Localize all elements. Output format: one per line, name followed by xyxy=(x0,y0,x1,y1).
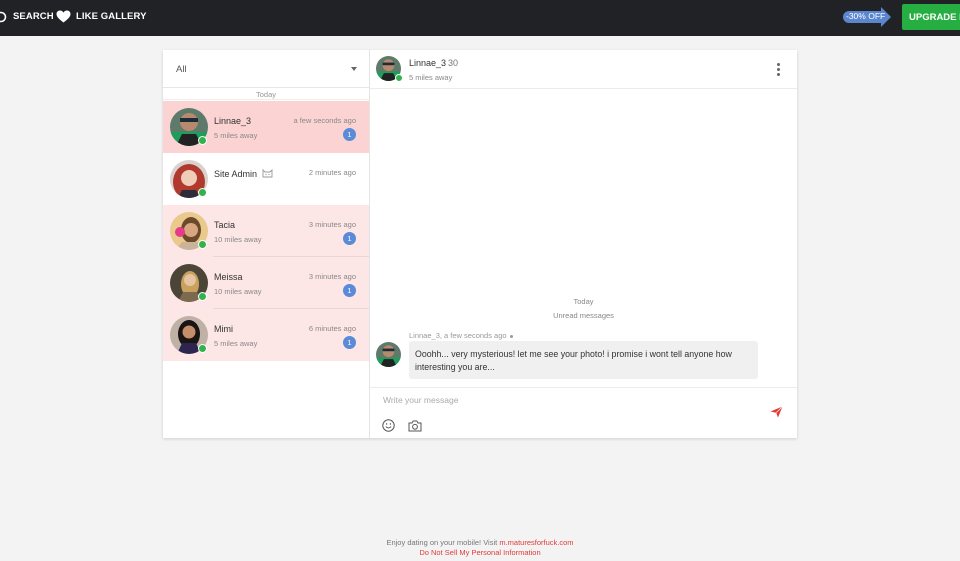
footer-privacy-line: Do Not Sell My Personal Information xyxy=(0,548,960,557)
chat-pane: Linnae_3 30 5 miles away Today Unread mes… xyxy=(370,50,797,438)
conversation-item-mimi[interactable]: Mimi 5 miles away 6 minutes ago 1 xyxy=(163,309,369,361)
top-navigation-bar: SEARCH LIKE GALLERY -30% OFF UPGRADE NOW xyxy=(0,0,960,36)
day-separator: Today xyxy=(163,88,369,100)
chat-partner-age: 30 xyxy=(448,58,459,68)
chat-header: Linnae_3 30 5 miles away xyxy=(370,50,797,89)
message-composer xyxy=(370,387,797,438)
send-icon[interactable] xyxy=(770,405,783,423)
message-avatar xyxy=(376,342,401,367)
online-status-dot xyxy=(198,292,207,301)
conversation-time: 3 minutes ago xyxy=(308,220,356,229)
discount-badge[interactable]: -30% OFF xyxy=(843,7,891,27)
discount-label: -30% OFF xyxy=(846,11,886,21)
message-day-label: Today xyxy=(573,297,594,306)
conversation-name-text: Site Admin xyxy=(214,169,258,179)
footer-mobile-link[interactable]: m.maturesforfuck.com xyxy=(499,538,573,547)
conversation-distance: 10 miles away xyxy=(214,287,262,296)
online-status-dot xyxy=(198,240,207,249)
message-meta: Linnae_3, a few seconds ago xyxy=(409,331,513,340)
footer-mobile-line: Enjoy dating on your mobile! Visit m.mat… xyxy=(0,538,960,547)
conversation-time: 2 minutes ago xyxy=(308,168,356,177)
emoji-icon[interactable] xyxy=(382,419,395,437)
conversation-distance: 5 miles away xyxy=(214,131,258,140)
unread-messages-label: Unread messages xyxy=(553,311,614,320)
search-icon xyxy=(0,11,8,23)
conversation-distance: 5 miles away xyxy=(214,339,258,348)
filter-value: All xyxy=(176,64,187,75)
message-input[interactable] xyxy=(376,392,756,408)
conversation-name: Linnae_3 xyxy=(214,116,252,126)
online-status-dot xyxy=(198,344,207,353)
heart-icon xyxy=(56,10,71,23)
message-bubble: Ooohh... very mysterious! let me see you… xyxy=(409,341,758,379)
caret-down-icon xyxy=(351,67,357,71)
messenger-panel: All Today Linnae_3 5 miles away a few se… xyxy=(163,50,797,438)
nav-search-link[interactable]: SEARCH xyxy=(0,0,54,33)
conversation-item-meissa[interactable]: Meissa 10 miles away 3 minutes ago 1 xyxy=(163,257,369,309)
conversation-item-site-admin[interactable]: Site Admin 2 minutes ago xyxy=(163,153,369,205)
chat-partner-distance: 5 miles away xyxy=(409,73,453,82)
cat-face-icon xyxy=(262,168,272,178)
online-status-dot xyxy=(198,136,207,145)
conversation-name: Meissa xyxy=(214,272,243,282)
message-sender-time: Linnae_3, a few seconds ago xyxy=(409,331,507,340)
online-status-dot xyxy=(395,74,403,82)
chat-partner-username: Linnae_3 xyxy=(409,58,447,68)
conversation-distance: 10 miles away xyxy=(214,235,262,244)
unread-count-badge: 1 xyxy=(343,128,356,141)
online-status-dot xyxy=(198,188,207,197)
more-options-icon[interactable] xyxy=(775,63,781,77)
footer-privacy-link[interactable]: Do Not Sell My Personal Information xyxy=(419,548,540,557)
conversation-time: 6 minutes ago xyxy=(308,324,356,333)
conversation-list: All Today Linnae_3 5 miles away a few se… xyxy=(163,50,370,438)
message-status-dot xyxy=(509,334,513,338)
upgrade-button[interactable]: UPGRADE NOW xyxy=(902,4,960,30)
conversation-time: 3 minutes ago xyxy=(308,272,356,281)
nav-search-label: SEARCH xyxy=(13,11,54,22)
conversation-name: Tacia xyxy=(214,220,236,230)
conversation-filter-select[interactable]: All xyxy=(163,50,369,88)
unread-count-badge: 1 xyxy=(343,232,356,245)
conversation-time: a few seconds ago xyxy=(293,116,356,125)
nav-like-gallery-label: LIKE GALLERY xyxy=(76,11,147,22)
conversation-name: Site Admin xyxy=(214,168,273,179)
unread-count-badge: 1 xyxy=(343,284,356,297)
chat-partner-name[interactable]: Linnae_3 30 xyxy=(409,58,458,68)
conversation-name: Mimi xyxy=(214,324,233,334)
unread-count-badge: 1 xyxy=(343,336,356,349)
camera-icon[interactable] xyxy=(408,419,422,437)
footer-mobile-text: Enjoy dating on your mobile! Visit xyxy=(386,538,498,547)
nav-like-gallery-link[interactable]: LIKE GALLERY xyxy=(56,0,147,33)
conversation-item-linnae[interactable]: Linnae_3 5 miles away a few seconds ago … xyxy=(163,101,369,153)
conversation-item-tacia[interactable]: Tacia 10 miles away 3 minutes ago 1 xyxy=(163,205,369,257)
